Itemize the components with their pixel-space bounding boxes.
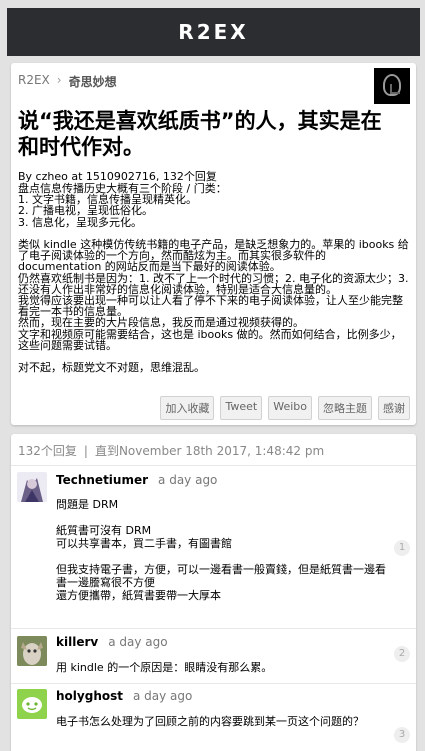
reply-author[interactable]: holyghost a day ago (56, 689, 192, 703)
topic-title: 说“我还是喜欢纸质书”的人，其实是在和时代作对。 (18, 109, 382, 159)
reply-count: 132个回复 (18, 444, 77, 458)
weibo-button[interactable]: Weibo (268, 396, 312, 420)
replies-card: 132个回复 | 直到November 18th 2017, 1:48:42 pm … (11, 434, 416, 751)
reply-author[interactable]: Technetiumer a day ago (56, 473, 217, 487)
header-separator: | (83, 444, 88, 458)
brand-logo[interactable]: R2EX (178, 20, 248, 44)
reply-number: 3 (394, 727, 410, 743)
breadcrumb-home-link[interactable]: R2EX (18, 73, 50, 90)
reply-author[interactable]: killerv a day ago (56, 635, 168, 649)
reply-number: 1 (394, 540, 410, 556)
breadcrumb-node-link[interactable]: 奇思妙想 (69, 73, 117, 90)
replies-header: 132个回复 | 直到November 18th 2017, 1:48:42 pm (18, 442, 324, 459)
reply-time: a day ago (108, 635, 168, 649)
top-navbar: R2EX (7, 8, 420, 56)
favorite-button[interactable]: 加入收藏 (160, 396, 215, 420)
breadcrumb-separator: › (56, 73, 62, 87)
reply-content: 用 kindle 的一个原因是：眼睛没有那么累。 (56, 661, 273, 674)
reply-avatar[interactable] (17, 472, 47, 502)
reply-item: killerv a day ago 用 kindle 的一个原因是：眼睛没有那么累… (11, 628, 416, 683)
reply-avatar[interactable] (17, 689, 47, 719)
reply-item: Technetiumer a day ago 問題是 DRM 紙質書可沒有 DRM… (11, 465, 416, 628)
thank-button[interactable]: 感谢 (378, 396, 410, 420)
tweet-button[interactable]: Tweet (220, 396, 263, 420)
last-reply-time: 直到November 18th 2017, 1:48:42 pm (94, 444, 325, 458)
reply-content: 問題是 DRM 紙質書可沒有 DRM 可以共享書本，買二手書，有圖書館 但我支持… (56, 498, 386, 602)
reply-time: a day ago (132, 689, 193, 703)
breadcrumb: R2EX › 奇思妙想 (18, 73, 117, 90)
ignore-topic-button[interactable]: 忽略主题 (318, 396, 372, 420)
reply-content: 电子书怎么处理为了回顾之前的内容要跳到某一页这个问题的？ (56, 715, 364, 728)
author-avatar[interactable] (374, 68, 410, 104)
topic-actions: 加入收藏 Tweet Weibo 忽略主题 感谢 (160, 396, 410, 420)
reply-number: 2 (394, 646, 410, 662)
topic-body: 盘点信息传播历史大概有三个阶段 / 门类： 1. 文字书籍，信息传播呈现精英化。… (18, 182, 409, 375)
reply-time: a day ago (158, 473, 218, 487)
reply-item: holyghost a day ago 电子书怎么处理为了回顾之前的内容要跳到某一… (11, 683, 416, 751)
topic-card: R2EX › 奇思妙想 说“我还是喜欢纸质书”的人，其实是在和时代作对。 By … (11, 63, 416, 425)
reply-avatar[interactable] (17, 636, 47, 666)
